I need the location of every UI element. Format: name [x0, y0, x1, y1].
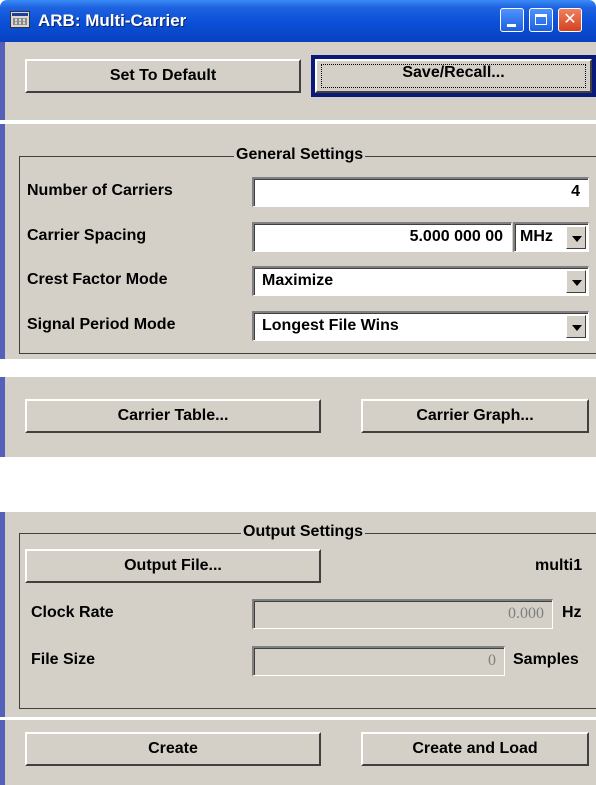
- actions-panel: Create Create and Load: [0, 720, 596, 785]
- set-to-default-button[interactable]: Set To Default: [25, 59, 301, 93]
- clock-rate-field: 0.000: [252, 599, 553, 629]
- number-of-carriers-input[interactable]: 4: [252, 177, 589, 207]
- chevron-down-icon[interactable]: [566, 270, 586, 293]
- clock-rate-label: Clock Rate: [31, 604, 114, 621]
- maximize-icon: [530, 9, 552, 31]
- general-settings-legend: General Settings: [234, 146, 366, 164]
- minimize-button[interactable]: [500, 8, 524, 32]
- save-recall-button[interactable]: Save/Recall...: [311, 55, 596, 97]
- carrier-panel: Carrier Table... Carrier Graph...: [0, 377, 596, 457]
- output-file-button[interactable]: Output File...: [25, 549, 321, 583]
- clock-rate-unit: Hz: [562, 604, 582, 621]
- chevron-down-icon[interactable]: [566, 226, 586, 249]
- file-size-field: 0: [252, 646, 505, 676]
- crest-factor-mode-label: Crest Factor Mode: [27, 271, 168, 288]
- carrier-spacing-label: Carrier Spacing: [27, 227, 147, 244]
- close-icon: ✕: [563, 11, 577, 28]
- carrier-table-button[interactable]: Carrier Table...: [25, 399, 321, 433]
- file-size-unit: Samples: [513, 651, 579, 668]
- title-bar[interactable]: ARB: Multi-Carrier ✕: [0, 0, 596, 42]
- general-settings-panel: General Settings Number of Carriers 4 Ca…: [0, 124, 596, 359]
- file-size-label: File Size: [31, 651, 96, 668]
- create-button[interactable]: Create: [25, 732, 321, 766]
- window-app-icon: [10, 11, 30, 28]
- window-title: ARB: Multi-Carrier: [38, 11, 187, 30]
- carrier-spacing-input[interactable]: 5.000 000 00: [252, 222, 512, 252]
- signal-period-mode-select[interactable]: Longest File Wins: [252, 311, 589, 341]
- carrier-graph-button[interactable]: Carrier Graph...: [361, 399, 589, 433]
- carrier-spacing-unit-select[interactable]: MHz: [513, 222, 589, 252]
- create-and-load-button[interactable]: Create and Load: [361, 732, 589, 766]
- crest-factor-mode-select[interactable]: Maximize: [252, 266, 589, 296]
- output-settings-panel: Output Settings Output File... multi1 Cl…: [0, 512, 596, 717]
- maximize-button[interactable]: [529, 8, 553, 32]
- close-button[interactable]: ✕: [558, 8, 582, 32]
- number-of-carriers-label: Number of Carriers: [27, 182, 173, 199]
- output-file-name: multi1: [535, 557, 583, 574]
- output-settings-legend: Output Settings: [241, 523, 365, 541]
- minimize-icon: [501, 9, 523, 31]
- signal-period-mode-label: Signal Period Mode: [27, 316, 176, 333]
- top-panel: Set To Default Save/Recall...: [0, 42, 596, 120]
- chevron-down-icon[interactable]: [566, 315, 586, 338]
